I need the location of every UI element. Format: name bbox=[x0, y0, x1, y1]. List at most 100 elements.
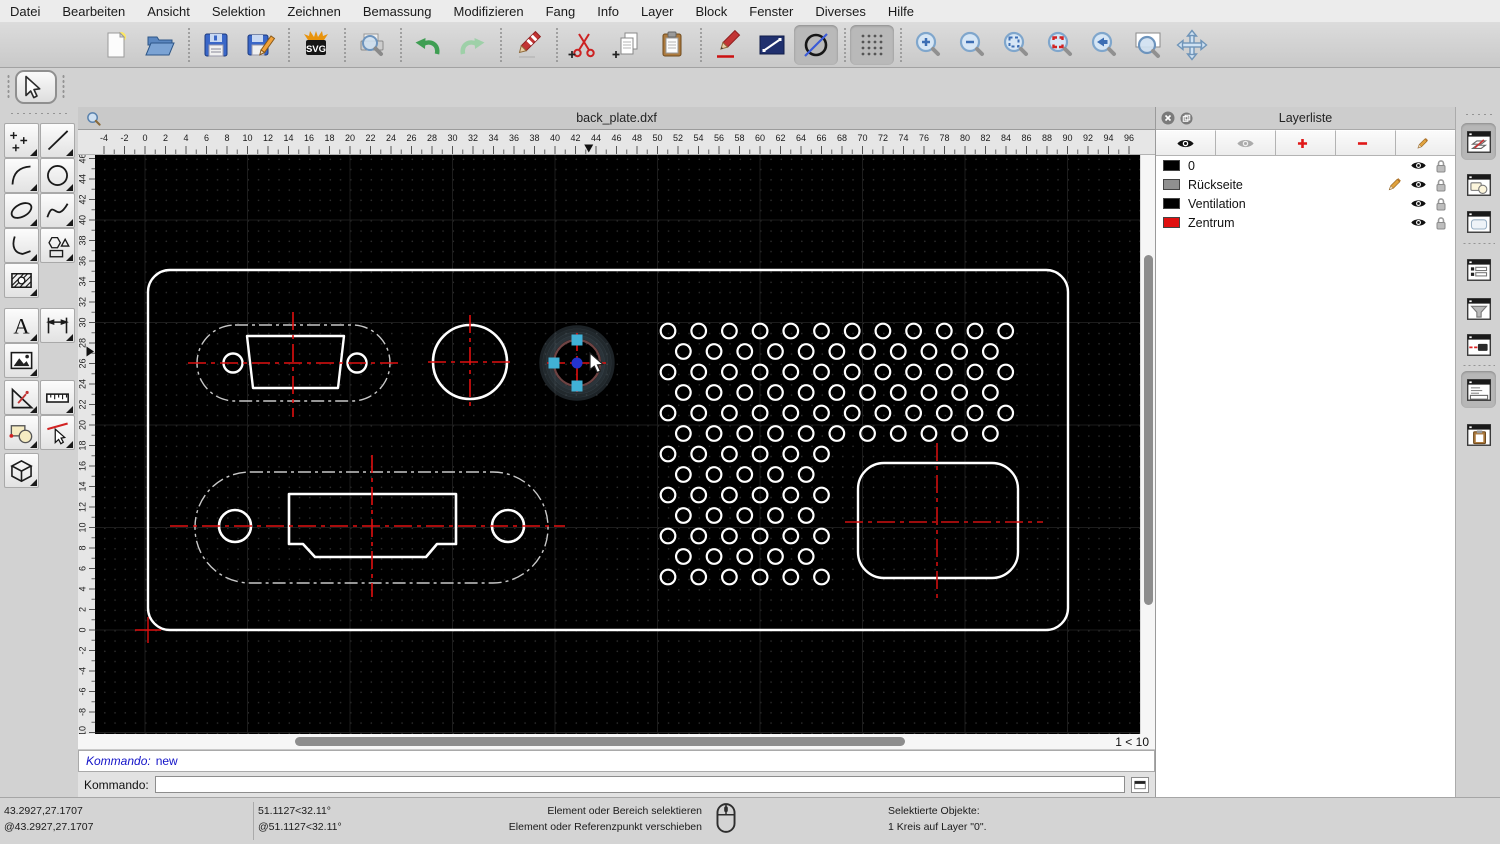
command-panel-toggle-button[interactable] bbox=[1131, 776, 1149, 793]
zoom-in-button[interactable] bbox=[906, 25, 950, 65]
svg-export-button[interactable]: SVG bbox=[294, 25, 338, 65]
zoom-window-icon bbox=[1132, 29, 1164, 61]
block-list-panel-button[interactable] bbox=[1461, 166, 1496, 203]
delete-button[interactable] bbox=[506, 25, 550, 65]
line-tools-button[interactable] bbox=[40, 123, 75, 158]
image-tool-button[interactable] bbox=[4, 343, 39, 378]
palette-drag-handle[interactable] bbox=[9, 112, 69, 115]
layer-row-zentrum[interactable]: Zentrum bbox=[1156, 213, 1455, 232]
layer-visibility-eye-icon[interactable] bbox=[1410, 160, 1427, 171]
spline-tools-button[interactable] bbox=[40, 193, 75, 228]
grid-toggle-button[interactable] bbox=[850, 24, 894, 65]
zoom-window-button[interactable] bbox=[1126, 25, 1170, 65]
menu-fang[interactable]: Fang bbox=[546, 4, 576, 19]
measure-tools-button[interactable] bbox=[40, 380, 75, 415]
point-tools-button[interactable] bbox=[4, 123, 39, 158]
menu-fenster[interactable]: Fenster bbox=[749, 4, 793, 19]
circle-tools-button[interactable] bbox=[794, 24, 838, 65]
menu-selektion[interactable]: Selektion bbox=[212, 4, 265, 19]
show-all-layers-button[interactable] bbox=[1156, 130, 1216, 155]
menu-diverses[interactable]: Diverses bbox=[815, 4, 866, 19]
selection-filter-panel-button[interactable] bbox=[1461, 290, 1496, 327]
menu-info[interactable]: Info bbox=[597, 4, 619, 19]
dimension-tools-button[interactable] bbox=[40, 308, 75, 343]
open-file-button[interactable] bbox=[138, 25, 182, 65]
horizontal-scrollbar-thumb[interactable] bbox=[295, 737, 905, 746]
toolbar-drag-handle[interactable] bbox=[62, 74, 65, 100]
command-line-panel-button[interactable] bbox=[1461, 371, 1496, 408]
paste-button[interactable] bbox=[650, 25, 694, 65]
solid-tools-button[interactable] bbox=[4, 453, 39, 488]
layer-lock-icon[interactable] bbox=[1435, 197, 1447, 211]
text-tools-button[interactable]: A bbox=[4, 308, 39, 343]
add-layer-button[interactable] bbox=[1276, 130, 1336, 155]
status-divider bbox=[253, 802, 254, 840]
menu-modifizieren[interactable]: Modifizieren bbox=[454, 4, 524, 19]
vertical-scrollbar-thumb[interactable] bbox=[1144, 255, 1153, 605]
layer-visibility-eye-icon[interactable] bbox=[1410, 217, 1427, 228]
menu-bemassung[interactable]: Bemassung bbox=[363, 4, 432, 19]
command-input[interactable] bbox=[154, 776, 1125, 793]
arc-tools-button[interactable] bbox=[4, 158, 39, 193]
paste-icon bbox=[656, 29, 688, 61]
property-editor-panel-button[interactable] bbox=[1461, 251, 1496, 288]
layer-list-panel-button[interactable] bbox=[1461, 123, 1496, 160]
zoom-previous-button[interactable] bbox=[1082, 25, 1126, 65]
menu-ansicht[interactable]: Ansicht bbox=[147, 4, 190, 19]
remove-layer-button[interactable] bbox=[1336, 130, 1396, 155]
new-file-button[interactable] bbox=[94, 25, 138, 65]
layer-row-rückseite[interactable]: Rückseite bbox=[1156, 175, 1455, 194]
horizontal-scrollbar[interactable] bbox=[95, 734, 1110, 750]
vertical-scrollbar[interactable] bbox=[1140, 155, 1155, 734]
ellipse-tools-button[interactable] bbox=[4, 193, 39, 228]
layer-lock-icon[interactable] bbox=[1435, 159, 1447, 173]
menu-hilfe[interactable]: Hilfe bbox=[888, 4, 914, 19]
cut-button[interactable] bbox=[562, 25, 606, 65]
layer-row-ventilation[interactable]: Ventilation bbox=[1156, 194, 1455, 213]
layer-lock-icon[interactable] bbox=[1435, 216, 1447, 230]
modify-tools-button[interactable] bbox=[4, 415, 39, 450]
save-file-as-button[interactable] bbox=[238, 25, 282, 65]
shape-tools-button[interactable] bbox=[40, 228, 75, 263]
hide-all-layers-button[interactable] bbox=[1216, 130, 1276, 155]
svg-text:40: 40 bbox=[550, 133, 560, 143]
panel-layers-icon bbox=[1465, 128, 1493, 156]
menu-layer[interactable]: Layer bbox=[641, 4, 674, 19]
save-file-button[interactable] bbox=[194, 25, 238, 65]
selection-info-title: Selektierte Objekte: bbox=[888, 805, 980, 817]
layer-list-panel: Layerliste 0 Rückseite Ventilation Zentrum bbox=[1155, 107, 1455, 797]
dock-drag-handle[interactable] bbox=[1464, 113, 1494, 116]
pan-button[interactable] bbox=[1170, 25, 1214, 65]
polyline-tools-button[interactable] bbox=[4, 228, 39, 263]
circle-tools-button[interactable] bbox=[40, 158, 75, 193]
undo-button[interactable] bbox=[406, 25, 450, 65]
menu-zeichnen[interactable]: Zeichnen bbox=[287, 4, 340, 19]
zoom-out-button[interactable] bbox=[950, 25, 994, 65]
menu-block[interactable]: Block bbox=[695, 4, 727, 19]
construction-tools-button[interactable] bbox=[4, 380, 39, 415]
clipboard-panel-button[interactable] bbox=[1461, 416, 1496, 453]
layer-visibility-eye-icon[interactable] bbox=[1410, 179, 1427, 190]
hatch-tools-button[interactable] bbox=[4, 263, 39, 298]
edit-layer-button[interactable] bbox=[1396, 130, 1455, 155]
copy-button[interactable] bbox=[606, 25, 650, 65]
menu-bearbeiten[interactable]: Bearbeiten bbox=[62, 4, 125, 19]
library-browser-panel-button[interactable] bbox=[1461, 203, 1496, 240]
toolbar-drag-handle[interactable] bbox=[7, 74, 10, 100]
drawing-canvas[interactable] bbox=[95, 155, 1140, 734]
trim-tools-button[interactable] bbox=[40, 415, 75, 450]
layer-visibility-eye-icon[interactable] bbox=[1410, 198, 1427, 209]
redo-button[interactable] bbox=[450, 25, 494, 65]
draw-button[interactable] bbox=[706, 25, 750, 65]
menu-datei[interactable]: Datei bbox=[10, 4, 40, 19]
laser-pointer-panel-button[interactable] bbox=[1461, 326, 1496, 363]
print-preview-button[interactable] bbox=[350, 25, 394, 65]
zoom-selection-button[interactable] bbox=[1038, 25, 1082, 65]
undo-icon bbox=[412, 29, 444, 61]
line-shapes-button[interactable] bbox=[750, 25, 794, 65]
layer-row-0[interactable]: 0 bbox=[1156, 156, 1455, 175]
layer-name: Zentrum bbox=[1188, 215, 1235, 230]
layer-lock-icon[interactable] bbox=[1435, 178, 1447, 192]
zoom-auto-button[interactable] bbox=[994, 25, 1038, 65]
selection-tool-button[interactable] bbox=[15, 70, 57, 104]
